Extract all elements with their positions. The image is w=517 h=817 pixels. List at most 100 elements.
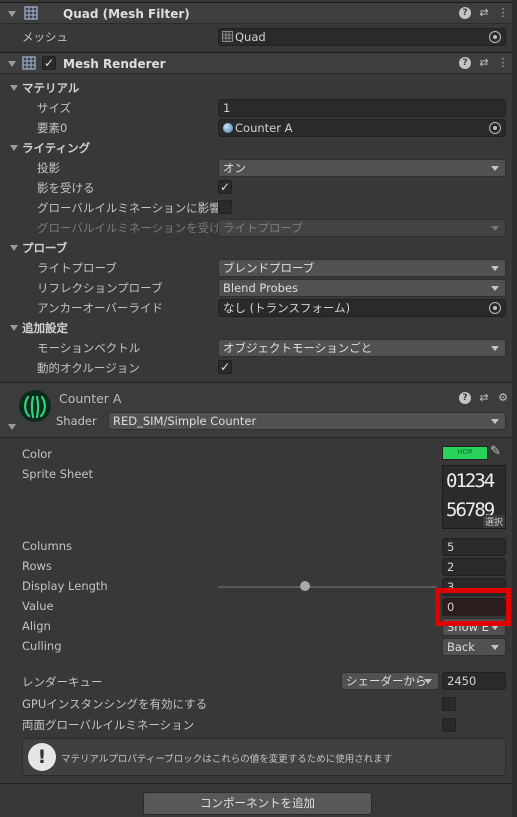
gi-receive-value: ライトプローブ <box>223 221 303 235</box>
highlight-box <box>435 588 511 626</box>
align-label: Align <box>22 619 51 633</box>
help-icon[interactable]: ? <box>459 57 471 69</box>
mesh-label: メッシュ <box>22 30 68 44</box>
shader-logo-icon <box>19 390 51 422</box>
mesh-value: Quad <box>235 30 266 44</box>
more-icon[interactable]: ⋮ <box>497 6 509 20</box>
eyedropper-icon[interactable]: ✎ <box>490 444 501 459</box>
motion-vectors-label: モーションベクトル <box>37 341 141 355</box>
chevron-down-icon <box>491 645 499 650</box>
chevron-down-icon <box>491 286 499 291</box>
receive-shadows-checkbox[interactable]: ✓ <box>218 180 232 194</box>
light-probes-value: ブレンドプローブ <box>223 261 315 275</box>
culling-value: Back <box>447 640 475 654</box>
receive-shadows-label: 影を受ける <box>37 181 95 195</box>
anchor-override-field[interactable]: なし (トランスフォーム) <box>218 299 506 317</box>
display-length-slider-track[interactable] <box>218 586 436 588</box>
render-queue-label: レンダーキュー <box>22 675 103 689</box>
reflection-probes-value: Blend Probes <box>223 281 299 295</box>
size-field[interactable]: 1 <box>218 99 506 117</box>
fold-arrow-icon[interactable] <box>10 85 18 91</box>
double-sided-gi-label: 両面グローバルイルミネーション <box>22 718 195 732</box>
chevron-down-icon <box>491 419 499 424</box>
light-probes-dropdown[interactable]: ブレンドプローブ <box>218 259 506 277</box>
chevron-down-icon <box>491 346 499 351</box>
fold-arrow-icon[interactable] <box>8 11 16 17</box>
settings-gear-icon[interactable]: ⚙ <box>497 391 509 405</box>
scrollbar[interactable] <box>512 0 517 817</box>
sprite-sheet-label: Sprite Sheet <box>22 467 94 481</box>
cast-shadows-dropdown[interactable]: オン <box>218 159 506 177</box>
reflection-probes-label: リフレクションプローブ <box>37 281 163 295</box>
sprite-select-button[interactable]: 選択 <box>482 515 505 528</box>
shader-dropdown[interactable]: RED_SIM/Simple Counter <box>108 412 506 430</box>
mesh-filter-title: Quad (Mesh Filter) <box>63 7 190 21</box>
color-swatch[interactable]: HDR <box>442 446 488 460</box>
probes-section[interactable]: プローブ <box>22 240 67 256</box>
rows-label: Rows <box>22 559 52 573</box>
element0-field[interactable]: Counter A <box>218 119 506 137</box>
columns-label: Columns <box>22 539 73 553</box>
size-label: サイズ <box>37 101 72 115</box>
rows-field[interactable]: 2 <box>442 558 506 576</box>
gi-contrib-checkbox[interactable] <box>218 200 232 214</box>
columns-field[interactable]: 5 <box>442 538 506 556</box>
add-component-button[interactable]: コンポーネントを追加 <box>143 792 372 815</box>
materials-section[interactable]: マテリアル <box>22 80 79 96</box>
mesh-renderer-title: Mesh Renderer <box>63 57 166 71</box>
info-text: マテリアルプロパティーブロックはこれらの値を変更するために使用されます <box>61 754 393 765</box>
more-icon[interactable]: ⋮ <box>497 56 509 70</box>
presets-icon[interactable]: ⇄ <box>478 56 490 70</box>
mesh-renderer-enabled-checkbox[interactable]: ✓ <box>42 56 56 70</box>
chevron-down-icon <box>491 266 499 271</box>
chevron-down-icon <box>424 679 432 684</box>
help-icon[interactable]: ? <box>459 7 471 19</box>
gi-receive-label: グローバルイルミネーションを受ける <box>37 221 233 235</box>
presets-icon[interactable]: ⇄ <box>478 6 490 20</box>
cast-shadows-label: 投影 <box>37 161 60 175</box>
light-probes-label: ライトプローブ <box>37 261 117 275</box>
fold-arrow-icon[interactable] <box>10 145 18 151</box>
render-queue-mode-dropdown[interactable]: シェーダーから <box>341 672 439 690</box>
fold-arrow-icon[interactable] <box>10 245 18 251</box>
cast-shadows-value: オン <box>223 161 246 175</box>
material-name: Counter A <box>59 391 122 406</box>
object-picker-icon[interactable] <box>489 302 501 314</box>
chevron-down-icon <box>491 226 499 231</box>
fold-arrow-icon[interactable] <box>10 325 18 331</box>
sprite-sheet-thumbnail[interactable]: 01234 56789 選択 <box>442 465 506 529</box>
mesh-filter-header[interactable]: Quad (Mesh Filter) ? ⇄ ⋮ <box>0 2 517 24</box>
mesh-grid-icon <box>222 31 233 42</box>
object-picker-icon[interactable] <box>489 122 501 134</box>
element0-label: 要素0 <box>37 121 68 135</box>
reflection-probes-dropdown[interactable]: Blend Probes <box>218 279 506 297</box>
fold-arrow-icon[interactable] <box>8 424 16 430</box>
divider <box>0 783 517 784</box>
dynamic-occlusion-label: 動的オクルージョン <box>37 361 140 375</box>
material-sphere-icon <box>223 123 233 133</box>
additional-settings-section[interactable]: 追加設定 <box>22 320 68 336</box>
motion-vectors-value: オブジェクトモーションごと <box>223 341 373 355</box>
add-component-label: コンポーネントを追加 <box>200 796 315 810</box>
lighting-section[interactable]: ライティング <box>22 140 90 156</box>
presets-icon[interactable]: ⇄ <box>478 391 490 405</box>
gpu-instancing-checkbox[interactable] <box>442 697 456 711</box>
info-box: ! マテリアルプロパティーブロックはこれらの値を変更するために使用されます <box>22 738 506 776</box>
dynamic-occlusion-checkbox[interactable]: ✓ <box>218 360 232 374</box>
mesh-field[interactable]: Quad <box>218 28 506 46</box>
motion-vectors-dropdown[interactable]: オブジェクトモーションごと <box>218 339 506 357</box>
anchor-override-value: なし (トランスフォーム) <box>223 301 351 315</box>
chevron-down-icon <box>491 166 499 171</box>
gpu-instancing-label: GPUインスタンシングを有効にする <box>22 697 208 711</box>
fold-arrow-icon[interactable] <box>8 61 16 67</box>
mesh-renderer-icon <box>22 56 36 70</box>
object-picker-icon[interactable] <box>489 31 501 43</box>
shader-label: Shader <box>56 414 97 428</box>
sprite-row-1: 01234 <box>446 470 495 492</box>
double-sided-gi-checkbox[interactable] <box>442 718 456 732</box>
render-queue-field[interactable]: 2450 <box>442 672 506 690</box>
mesh-renderer-header[interactable]: ✓ Mesh Renderer ? ⇄ ⋮ <box>0 52 517 74</box>
display-length-slider-thumb[interactable] <box>300 581 311 591</box>
help-icon[interactable]: ? <box>459 392 471 404</box>
culling-dropdown[interactable]: Back <box>442 638 506 656</box>
